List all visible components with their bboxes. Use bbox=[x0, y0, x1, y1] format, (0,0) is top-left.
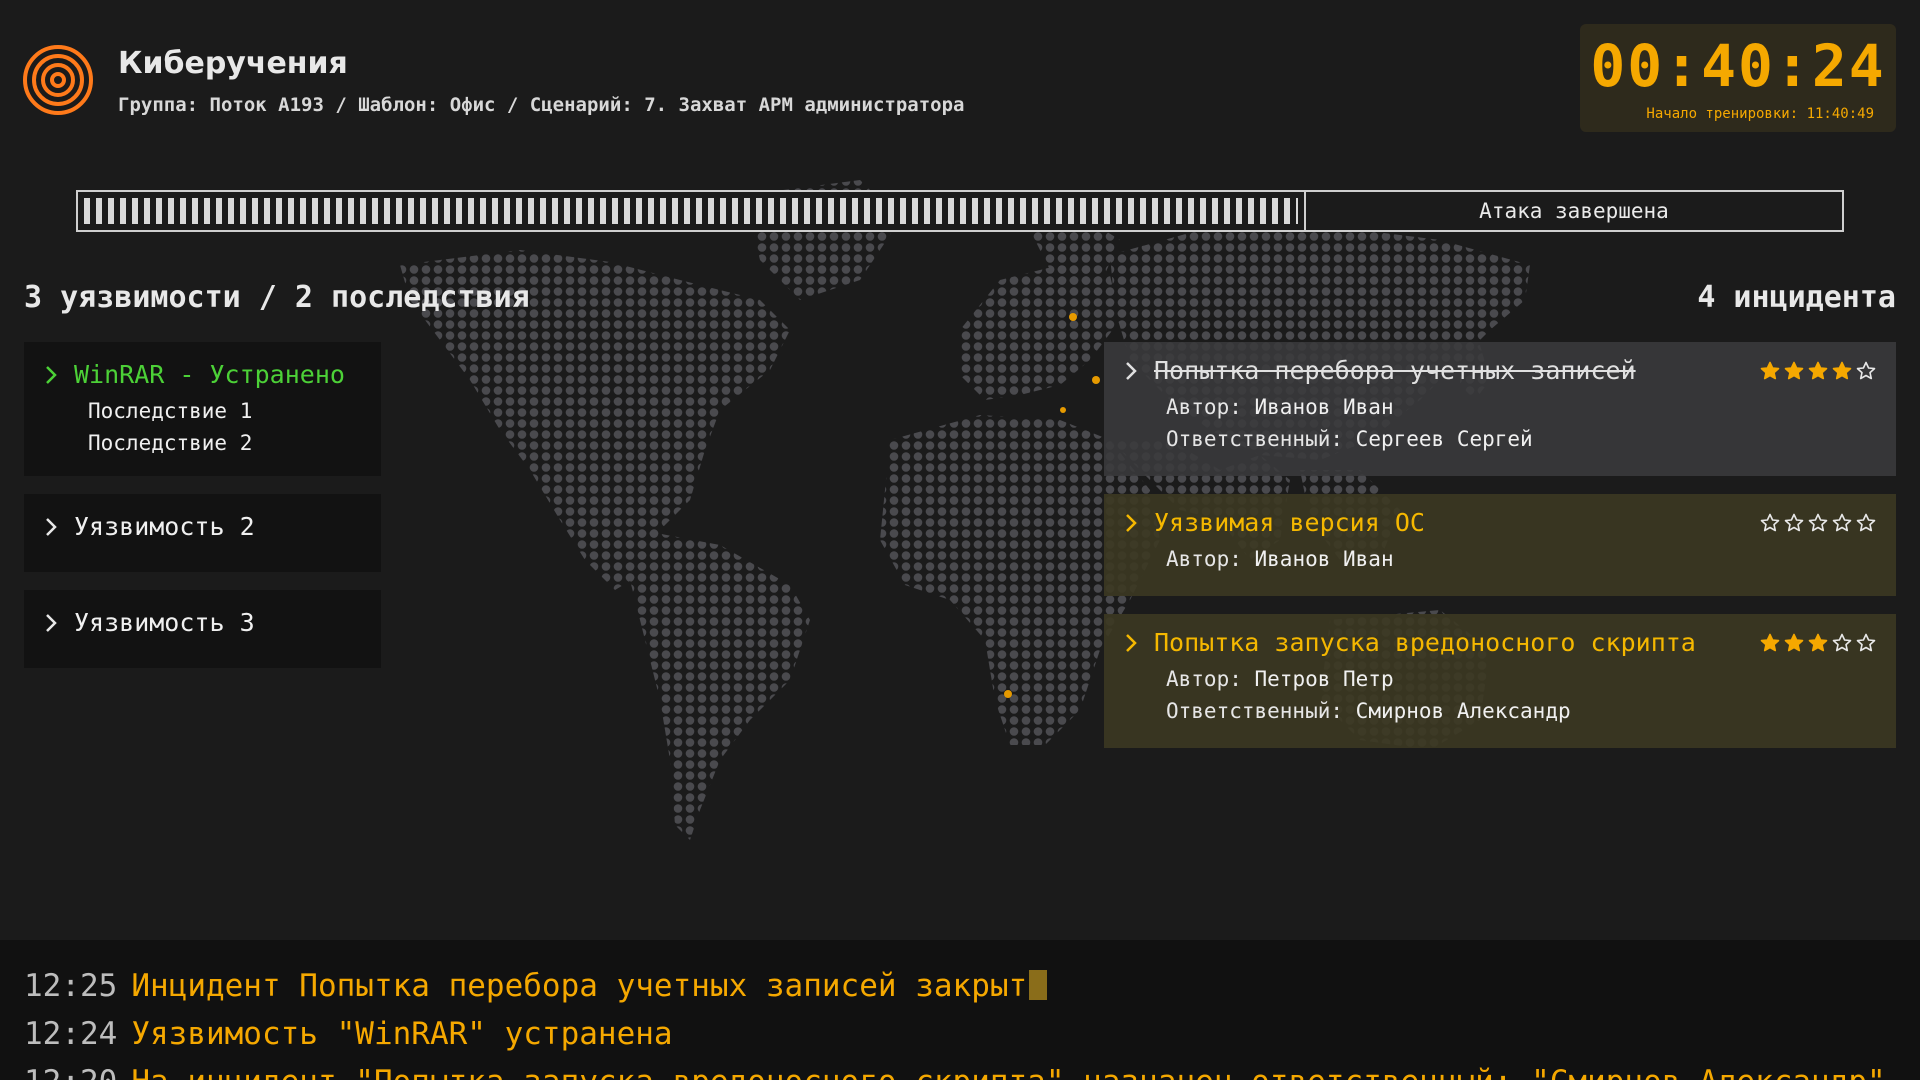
vulnerability-card[interactable]: Уязвимость 3 bbox=[24, 590, 381, 668]
progress-status: Атака завершена bbox=[1479, 199, 1669, 223]
chevron-right-icon bbox=[46, 613, 57, 632]
author-label: Автор: bbox=[1166, 395, 1242, 419]
event-log: 12:25 Инцидент Попытка перебора учетных з… bbox=[0, 940, 1920, 1080]
vulnerability-title: Уязвимость 2 bbox=[74, 512, 255, 541]
app-title: Киберучения bbox=[118, 46, 348, 81]
incident-responsible: Смирнов Александр bbox=[1355, 699, 1571, 723]
star-filled-icon[interactable] bbox=[1808, 633, 1828, 653]
chevron-right-icon bbox=[46, 365, 57, 384]
star-outline-icon[interactable] bbox=[1856, 633, 1876, 653]
log-entry: 12:25 Инцидент Попытка перебора учетных з… bbox=[0, 962, 1920, 1010]
incidents-heading: 4 инцидента bbox=[1697, 280, 1896, 315]
star-filled-icon[interactable] bbox=[1784, 633, 1804, 653]
chevron-right-icon bbox=[1126, 513, 1137, 532]
star-filled-icon[interactable] bbox=[1784, 361, 1804, 381]
star-rating[interactable] bbox=[1760, 513, 1876, 533]
log-entry: 12:20 На инцидент "Попытка запуска вредон… bbox=[0, 1058, 1920, 1080]
author-label: Автор: bbox=[1166, 667, 1242, 691]
timer-value: 00:40:24 bbox=[1590, 32, 1886, 100]
progress-fill bbox=[84, 198, 1298, 224]
consequence-item: Последствие 2 bbox=[88, 431, 253, 455]
responsible-label: Ответственный: bbox=[1166, 699, 1344, 723]
incident-title: Уязвимая версия ОС bbox=[1154, 508, 1425, 537]
breadcrumb: Группа: Поток А193 / Шаблон: Офис / Сцен… bbox=[118, 94, 965, 116]
timer-start-time: Начало тренировки: 11:40:49 bbox=[1646, 106, 1874, 122]
author-label: Автор: bbox=[1166, 547, 1242, 571]
incident-card[interactable]: Уязвимая версия ОС Автор: Иванов Иван bbox=[1104, 494, 1896, 596]
consequence-item: Последствие 1 bbox=[88, 399, 253, 423]
vulnerability-card[interactable]: Уязвимость 2 bbox=[24, 494, 381, 572]
log-entry: 12:24 Уязвимость "WinRAR" устранена bbox=[0, 1010, 1920, 1058]
star-outline-icon[interactable] bbox=[1784, 513, 1804, 533]
log-text: Уязвимость "WinRAR" устранена bbox=[131, 1016, 673, 1052]
training-timer: 00:40:24 Начало тренировки: 11:40:49 bbox=[1580, 24, 1896, 132]
chevron-right-icon bbox=[46, 517, 57, 536]
star-rating[interactable] bbox=[1760, 361, 1876, 381]
star-outline-icon[interactable] bbox=[1832, 633, 1852, 653]
star-outline-icon[interactable] bbox=[1856, 513, 1876, 533]
log-text: Инцидент Попытка перебора учетных записе… bbox=[131, 968, 1028, 1004]
star-filled-icon[interactable] bbox=[1832, 361, 1852, 381]
text-cursor bbox=[1029, 970, 1048, 1000]
incident-card[interactable]: Попытка перебора учетных записей Автор: … bbox=[1104, 342, 1896, 476]
incident-title: Попытка запуска вредоносного скрипта bbox=[1154, 628, 1696, 657]
star-outline-icon[interactable] bbox=[1808, 513, 1828, 533]
star-filled-icon[interactable] bbox=[1760, 361, 1780, 381]
vulnerabilities-heading: 3 уязвимости / 2 последствия bbox=[24, 280, 530, 315]
incident-responsible: Сергеев Сергей bbox=[1355, 427, 1533, 451]
responsible-label: Ответственный: bbox=[1166, 427, 1344, 451]
star-filled-icon[interactable] bbox=[1808, 361, 1828, 381]
incident-author: Петров Петр bbox=[1254, 667, 1394, 691]
star-outline-icon[interactable] bbox=[1856, 361, 1876, 381]
log-text: На инцидент "Попытка запуска вредоносног… bbox=[131, 1064, 1885, 1080]
vulnerability-title: WinRAR - Устранено bbox=[74, 360, 345, 389]
vulnerability-title: Уязвимость 3 bbox=[74, 608, 255, 637]
log-time: 12:25 bbox=[24, 968, 118, 1004]
vulnerability-card[interactable]: WinRAR - Устранено Последствие 1 Последс… bbox=[24, 342, 381, 476]
log-time: 12:24 bbox=[24, 1016, 118, 1052]
concentric-circles-logo bbox=[23, 45, 93, 115]
incident-card[interactable]: Попытка запуска вредоносного скрипта Авт… bbox=[1104, 614, 1896, 748]
incident-author: Иванов Иван bbox=[1254, 395, 1394, 419]
chevron-right-icon bbox=[1126, 361, 1137, 380]
incident-title: Попытка перебора учетных записей bbox=[1154, 356, 1636, 385]
log-time: 12:20 bbox=[24, 1064, 117, 1080]
star-filled-icon[interactable] bbox=[1760, 633, 1780, 653]
star-rating[interactable] bbox=[1760, 633, 1876, 653]
star-outline-icon[interactable] bbox=[1760, 513, 1780, 533]
star-outline-icon[interactable] bbox=[1832, 513, 1852, 533]
attack-progress-bar: Атака завершена bbox=[76, 190, 1844, 232]
incident-author: Иванов Иван bbox=[1254, 547, 1394, 571]
chevron-right-icon bbox=[1126, 633, 1137, 652]
